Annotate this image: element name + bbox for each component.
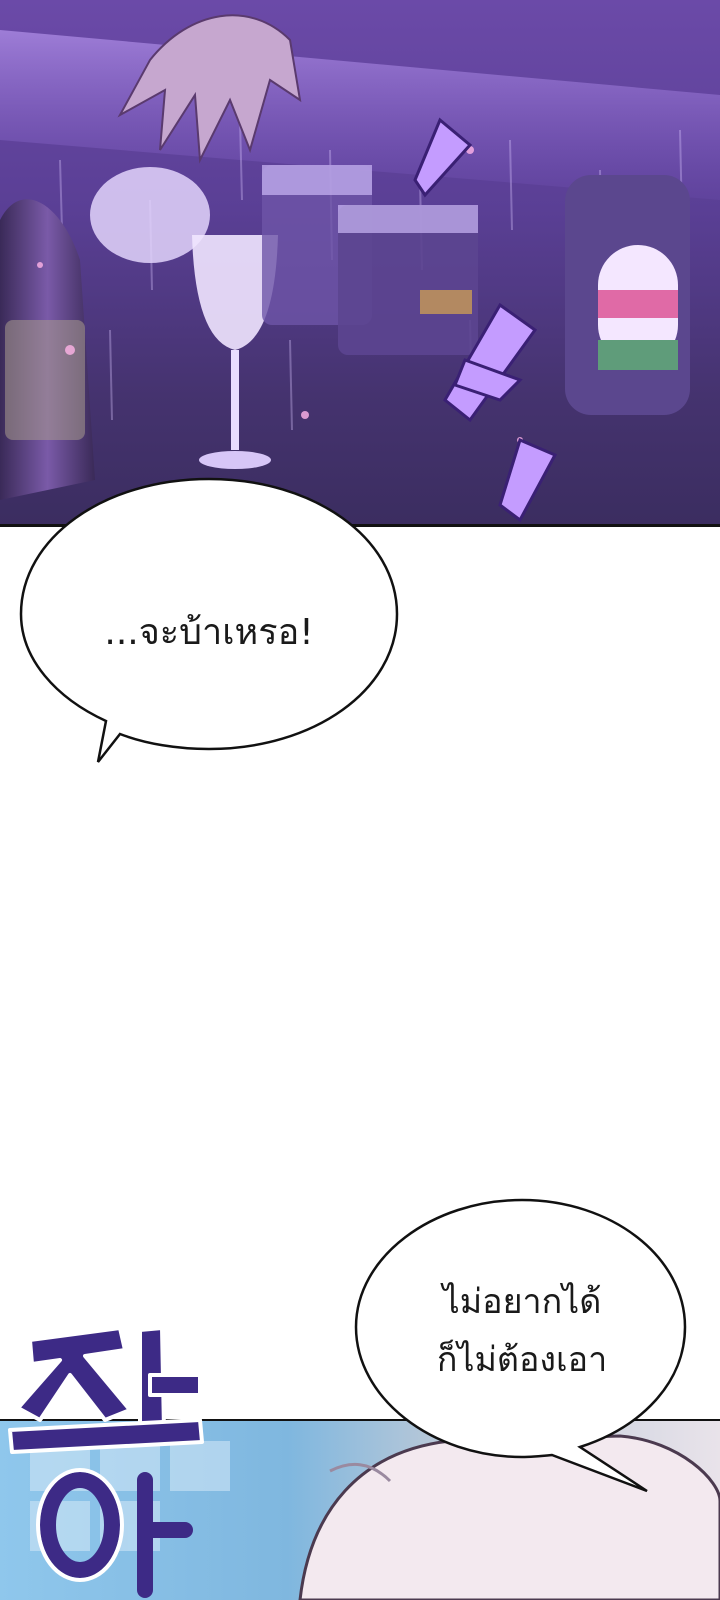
speech-bubble-1: ...จะบ้าเหรอ! [18, 476, 400, 772]
bar-scene-illustration [0, 14, 720, 523]
speech-bubble-2: ไม่อยากได้ ก็ไม่ต้องเอา [352, 1197, 692, 1497]
top-comic-panel [0, 0, 720, 526]
impact-sfx-graphic [8, 1326, 204, 1598]
speech-line-2: ก็ไม่ต้องเอา [436, 1340, 608, 1380]
comic-page: ...จะบ้าเหรอ! ไม่อยากได้ ก็ไม่ต้องเอา [0, 0, 720, 1600]
speech-bubble-text: ไม่อยากได้ ก็ไม่ต้องเอา [352, 1273, 692, 1389]
speech-bubble-text: ...จะบ้าเหรอ! [104, 612, 314, 653]
speech-line-1: ไม่อยากได้ [442, 1282, 602, 1322]
